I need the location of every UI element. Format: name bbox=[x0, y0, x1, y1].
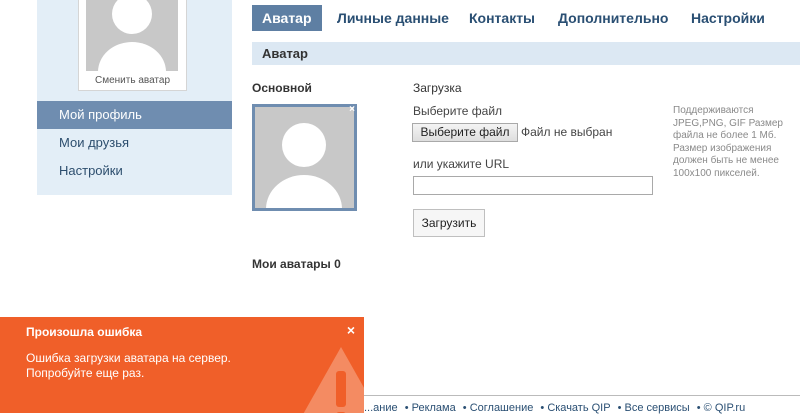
error-title: Произошла ошибка bbox=[26, 325, 143, 339]
error-message: Ошибка загрузки аватара на сервер. Попро… bbox=[26, 351, 231, 380]
tab-settings[interactable]: Настройки bbox=[691, 5, 765, 31]
section-title: Аватар bbox=[252, 42, 800, 65]
remove-avatar-icon[interactable]: × bbox=[349, 105, 355, 115]
user-silhouette-icon bbox=[98, 0, 166, 71]
profile-avatar-card: Сменить аватар bbox=[78, 0, 187, 91]
no-file-selected: Файл не выбран bbox=[521, 125, 613, 139]
footer-link[interactable]: ...ание bbox=[364, 402, 398, 414]
main-avatar-placeholder bbox=[255, 107, 354, 208]
upload-button[interactable]: Загрузить bbox=[413, 209, 485, 237]
sidebar-item-my-profile[interactable]: Мой профиль bbox=[37, 101, 232, 129]
footer-links: ...ание • Реклама • Соглашение • Скачать… bbox=[364, 402, 800, 414]
footer-link-ads[interactable]: • Реклама bbox=[405, 402, 456, 414]
footer-link-agreement[interactable]: • Соглашение bbox=[463, 402, 534, 414]
tab-contacts[interactable]: Контакты bbox=[469, 5, 535, 31]
user-silhouette-icon bbox=[266, 123, 342, 208]
footer-divider bbox=[364, 395, 800, 396]
close-toast-icon[interactable]: × bbox=[347, 322, 355, 338]
tab-personal-data[interactable]: Личные данные bbox=[337, 5, 449, 31]
change-avatar-link[interactable]: Сменить аватар bbox=[79, 75, 186, 86]
sidebar-item-settings[interactable]: Настройки bbox=[37, 157, 232, 185]
tab-avatar[interactable]: Аватар bbox=[252, 5, 322, 31]
choose-file-label: Выберите файл bbox=[413, 104, 503, 118]
upload-requirements-hint: Поддерживаются JPEG,PNG, GIF Размер файл… bbox=[673, 105, 783, 179]
footer-link-download[interactable]: • Скачать QIP bbox=[540, 402, 610, 414]
url-label: или укажите URL bbox=[413, 157, 510, 171]
footer-copyright: • © QIP.ru bbox=[696, 402, 746, 414]
error-toast: Произошла ошибка Ошибка загрузки аватара… bbox=[0, 317, 364, 413]
choose-file-button[interactable]: Выберите файл bbox=[412, 123, 518, 142]
sidebar: Сменить аватар Мой профиль Мои друзья На… bbox=[37, 0, 232, 195]
main-avatar-label: Основной bbox=[252, 81, 312, 95]
warning-icon bbox=[303, 347, 364, 413]
avatar-placeholder bbox=[86, 0, 178, 71]
upload-section-label: Загрузка bbox=[413, 81, 462, 95]
footer-link-services[interactable]: • Все сервисы bbox=[618, 402, 690, 414]
main-avatar: × bbox=[252, 104, 357, 211]
my-avatars-count: Мои аватары 0 bbox=[252, 257, 341, 271]
tab-additional[interactable]: Дополнительно bbox=[558, 5, 668, 31]
avatar-url-input[interactable] bbox=[413, 176, 653, 195]
sidebar-item-my-friends[interactable]: Мои друзья bbox=[37, 129, 232, 157]
